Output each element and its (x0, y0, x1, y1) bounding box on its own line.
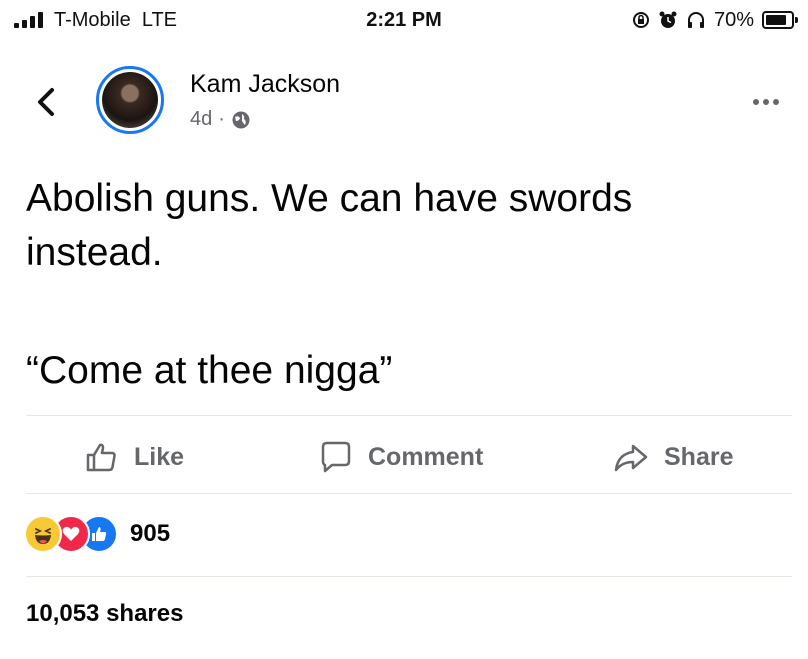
alarm-icon (659, 11, 677, 28)
post-age[interactable]: 4d (190, 108, 212, 131)
reaction-count: 905 (130, 520, 171, 547)
share-count[interactable]: 10,053 shares (26, 600, 183, 628)
meta-separator: · (218, 108, 225, 130)
divider (26, 415, 792, 416)
post-meta: 4d · (190, 108, 251, 131)
back-button[interactable] (28, 80, 68, 124)
comment-icon (321, 441, 351, 473)
chevron-left-icon (38, 88, 54, 116)
globe-icon (232, 111, 250, 128)
author-name[interactable]: Kam Jackson (190, 70, 340, 99)
like-button[interactable]: Like (84, 424, 184, 490)
share-button[interactable]: Share (612, 424, 733, 490)
status-bar: T-Mobile LTE 2:21 PM 70% (0, 0, 808, 40)
headphones-icon (687, 12, 704, 28)
battery-icon (762, 11, 798, 29)
reactions-summary[interactable]: 905 (24, 514, 170, 554)
thumbs-up-icon (86, 443, 116, 472)
comment-label: Comment (368, 442, 484, 471)
screen-lock-icon (632, 12, 649, 28)
like-label: Like (134, 442, 185, 471)
post-quote: “Come at thee nigga” (26, 349, 393, 392)
share-icon (614, 444, 648, 472)
action-bar: Like Comment Share (0, 424, 808, 490)
divider (26, 576, 792, 577)
battery-percentage: 70% (713, 8, 754, 31)
share-label: Share (664, 442, 734, 471)
divider (26, 493, 792, 494)
haha-reaction-icon (24, 515, 62, 553)
author-avatar[interactable] (96, 66, 164, 134)
status-icons: 70% (632, 8, 798, 32)
comment-button[interactable]: Comment (318, 424, 483, 490)
more-options-button[interactable] (746, 92, 786, 112)
post-text: Abolish guns. We can have swords instead… (26, 177, 633, 274)
